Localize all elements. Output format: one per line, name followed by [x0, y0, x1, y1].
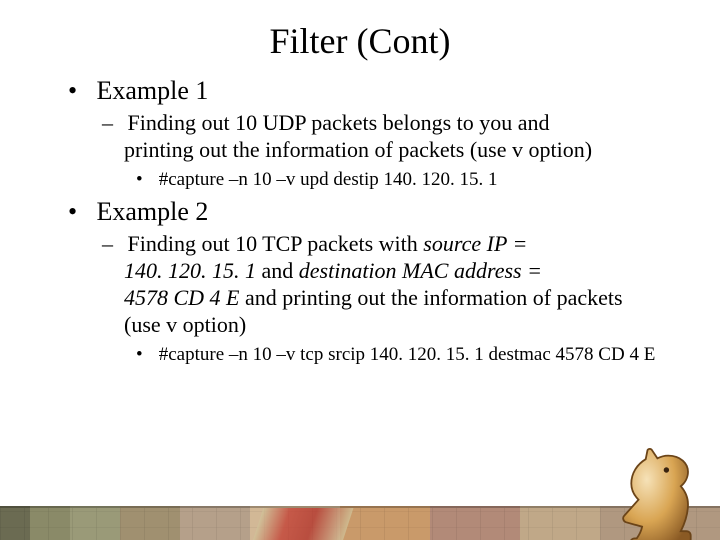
footer-map-strip [0, 506, 720, 540]
example-1-desc-line2: printing out the information of packets … [104, 137, 670, 164]
example-2-desc-option: (use v option) [104, 312, 670, 339]
example-1-label: Example 1 [97, 76, 209, 105]
example-2-item: Example 2 Finding out 10 TCP packets wit… [70, 197, 670, 366]
example-2-desc: Finding out 10 TCP packets with source I… [104, 231, 670, 366]
slide-body: Example 1 Finding out 10 UDP packets bel… [0, 76, 720, 366]
example-2-desc-tail: and printing out the information of pack… [240, 285, 623, 310]
example-2-command: #capture –n 10 –v tcp srcip 140. 120. 15… [138, 343, 670, 367]
example-2-source-ip-value: 140. 120. 15. 1 [124, 258, 256, 283]
example-1-command: #capture –n 10 –v upd destip 140. 120. 1… [138, 168, 670, 192]
example-1-desc-line1: Finding out 10 UDP packets belongs to yo… [128, 110, 550, 135]
example-1-command-text: #capture –n 10 –v upd destip 140. 120. 1… [159, 169, 498, 190]
footer-red-band [247, 508, 354, 540]
slide-title: Filter (Cont) [0, 20, 720, 62]
example-1-item: Example 1 Finding out 10 UDP packets bel… [70, 76, 670, 191]
example-2-destmac-label: destination MAC address = [299, 258, 542, 283]
bullet-list: Example 1 Finding out 10 UDP packets bel… [70, 76, 670, 366]
example-2-desc-prefix: Finding out 10 TCP packets with [128, 231, 424, 256]
example-2-destmac-value: 4578 CD 4 E [124, 285, 240, 310]
chess-knight-icon [616, 442, 706, 540]
example-2-and: and [256, 258, 299, 283]
example-2-label: Example 2 [97, 197, 209, 226]
example-2-source-ip-label: source IP = [423, 231, 527, 256]
example-1-desc: Finding out 10 UDP packets belongs to yo… [104, 110, 670, 191]
example-2-command-text: #capture –n 10 –v tcp srcip 140. 120. 15… [159, 344, 656, 365]
slide: Filter (Cont) Example 1 Finding out 10 U… [0, 20, 720, 540]
